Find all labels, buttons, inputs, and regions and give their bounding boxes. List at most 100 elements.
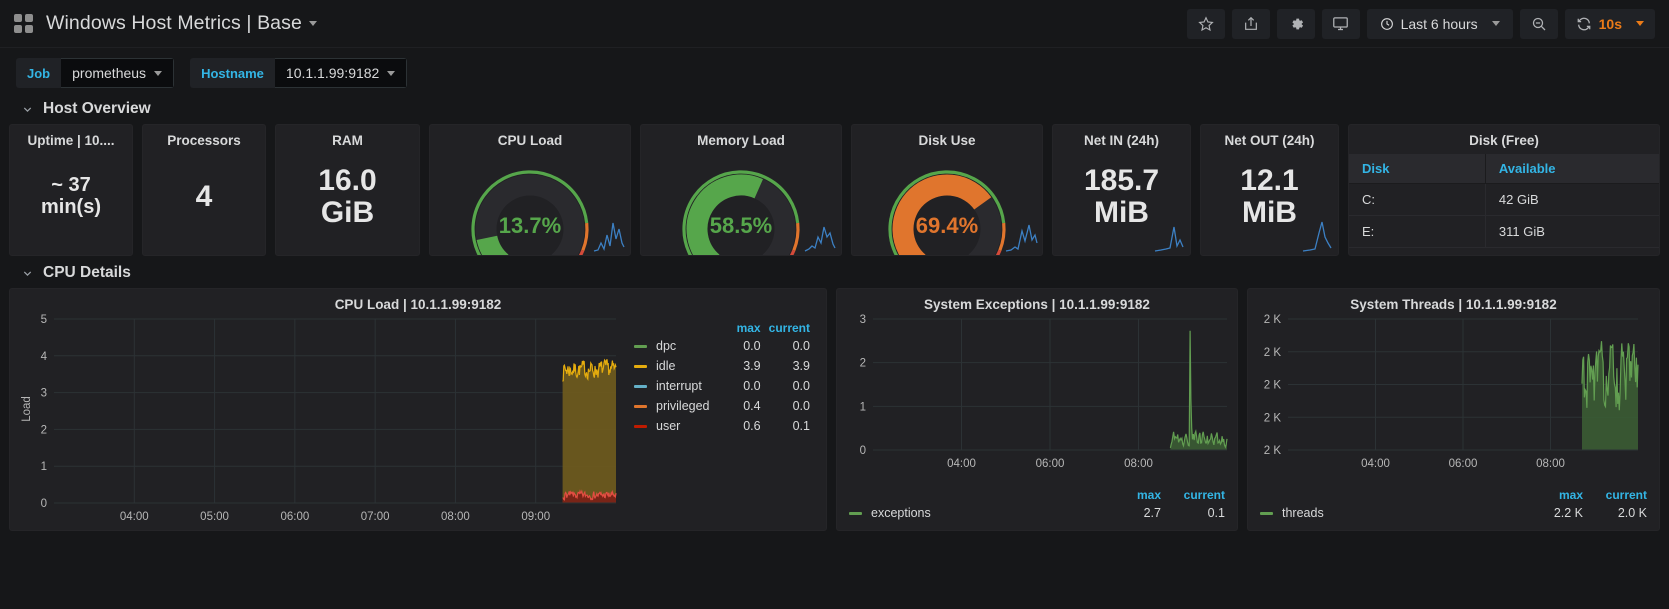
refresh-icon xyxy=(1577,17,1591,30)
column-header-available[interactable]: Available xyxy=(1484,154,1659,185)
legend-series-name[interactable]: threads xyxy=(1260,504,1519,522)
legend-row[interactable]: exceptions 2.7 0.1 xyxy=(849,504,1225,522)
variable-hostname-value[interactable]: 10.1.1.99:9182 xyxy=(274,58,408,88)
legend-column-header-max[interactable]: max xyxy=(1099,488,1161,502)
legend-value-max: 2.7 xyxy=(1143,506,1161,520)
x-tick-label: 05:00 xyxy=(200,511,229,523)
y-tick-label: 5 xyxy=(41,314,47,326)
zoom-out-icon xyxy=(1532,17,1546,30)
x-tick-label: 06:00 xyxy=(1036,458,1065,470)
cpu-load-gauge-value: 13.7% xyxy=(498,213,562,238)
legend-series-name[interactable]: privileged xyxy=(634,397,723,415)
legend-column-header-max[interactable]: max xyxy=(725,321,761,335)
legend-color-swatch xyxy=(634,425,647,429)
row-title: Host Overview xyxy=(43,100,151,117)
legend-value-current: 0.1 xyxy=(792,419,810,433)
y-tick-label: 1 xyxy=(41,461,47,473)
variable-job[interactable]: Job prometheus xyxy=(16,58,175,88)
legend-row[interactable]: user 0.6 0.1 xyxy=(634,417,810,435)
legend-series-name[interactable]: idle xyxy=(634,357,723,375)
legend-row[interactable]: idle 3.9 3.9 xyxy=(634,357,810,375)
legend-column-header-max[interactable]: max xyxy=(1521,488,1583,502)
column-header-disk[interactable]: Disk xyxy=(1349,154,1486,185)
variable-hostname[interactable]: Hostname 10.1.1.99:9182 xyxy=(190,58,408,88)
variable-hostname-selected: 10.1.1.99:9182 xyxy=(285,65,380,81)
panel-net-in[interactable]: Net IN (24h) 185.7 MiB xyxy=(1052,124,1191,256)
cpu-details-panels: CPU Load | 10.1.1.99:9182 Load 0 1 2 3 4 5 04:… xyxy=(0,288,1669,531)
legend-value-current: 0.0 xyxy=(792,379,810,393)
panel-disk-use-gauge[interactable]: Disk Use 69.4% xyxy=(851,124,1043,256)
legend-color-swatch xyxy=(634,405,647,409)
settings-button[interactable] xyxy=(1276,8,1315,39)
panel-system-exceptions[interactable]: System Exceptions | 10.1.1.99:9182 01230… xyxy=(836,288,1238,531)
clock-icon xyxy=(1380,17,1393,30)
panel-disk-free[interactable]: Disk (Free) Disk Available C: 42 GiB E: … xyxy=(1348,124,1660,256)
uptime-value: ~ 37 min(s) xyxy=(41,174,101,218)
legend-series-header xyxy=(849,488,1097,502)
panel-system-threads[interactable]: System Threads | 10.1.1.99:9182 2 K2 K2 … xyxy=(1247,288,1660,531)
chevron-down-icon xyxy=(387,70,396,76)
legend-column-header-current[interactable]: current xyxy=(1585,488,1647,502)
navbar-actions: Last 6 hours 10s xyxy=(1186,8,1655,39)
table-row: E: 311 GiB xyxy=(1349,215,1659,249)
legend-row[interactable]: interrupt 0.0 0.0 xyxy=(634,377,810,395)
chevron-down-icon[interactable] xyxy=(308,21,317,26)
legend-column-header-current[interactable]: current xyxy=(763,321,810,335)
legend-value-max: 3.9 xyxy=(743,359,761,373)
star-button[interactable] xyxy=(1186,8,1225,39)
legend-row[interactable]: privileged 0.4 0.0 xyxy=(634,397,810,415)
y-tick-label: 4 xyxy=(41,351,48,363)
star-icon xyxy=(1197,15,1214,31)
x-tick-label: 08:00 xyxy=(441,511,470,523)
refresh-button[interactable]: 10s xyxy=(1564,8,1655,39)
panel-title: CPU Load xyxy=(497,133,563,148)
legend-row[interactable]: threads 2.2 K 2.0 K xyxy=(1260,504,1647,522)
legend-value-current: 0.1 xyxy=(1207,506,1225,520)
cpu-load-plot: 0 1 2 3 4 5 04:00 05:00 06:00 07:00 08:00 09:00 xyxy=(41,314,617,523)
row-title: CPU Details xyxy=(43,264,131,281)
row-header-host-overview[interactable]: Host Overview xyxy=(0,92,1669,124)
panel-title: Disk (Free) xyxy=(1469,133,1539,148)
cell-available: 311 GiB xyxy=(1485,215,1659,249)
legend-column-header-current[interactable]: current xyxy=(1163,488,1225,502)
legend-series-name[interactable]: user xyxy=(634,417,723,435)
legend-series-name[interactable]: dpc xyxy=(634,337,723,355)
panel-title: CPU Load | 10.1.1.99:9182 xyxy=(334,297,502,312)
panel-processors[interactable]: Processors 4 xyxy=(142,124,266,256)
variable-hostname-label: Hostname xyxy=(190,58,275,88)
tv-mode-button[interactable] xyxy=(1321,8,1360,39)
panel-ram[interactable]: RAM 16.0 GiB xyxy=(275,124,420,256)
share-button[interactable] xyxy=(1231,8,1270,39)
panel-net-out[interactable]: Net OUT (24h) 12.1 MiB xyxy=(1200,124,1339,256)
cell-disk: C: xyxy=(1349,183,1486,217)
x-tick-label: 08:00 xyxy=(1536,458,1565,470)
cell-disk: E: xyxy=(1349,215,1486,249)
processors-value: 4 xyxy=(195,179,213,213)
legend-value-current: 0.0 xyxy=(792,339,810,353)
x-tick-label: 06:00 xyxy=(1449,458,1478,470)
variable-job-value[interactable]: prometheus xyxy=(61,58,175,88)
legend-value-current: 0.0 xyxy=(792,399,810,413)
x-tick-label: 08:00 xyxy=(1124,458,1153,470)
navbar: Windows Host Metrics | Base Last 6 hours xyxy=(0,0,1669,48)
panel-cpu-load-graph[interactable]: CPU Load | 10.1.1.99:9182 Load 0 1 2 3 4 5 04:… xyxy=(9,288,827,531)
panel-uptime[interactable]: Uptime | 10.... ~ 37 min(s) xyxy=(9,124,133,256)
row-header-cpu-details[interactable]: CPU Details xyxy=(0,256,1669,288)
panel-cpu-load-gauge[interactable]: CPU Load 13.7% xyxy=(429,124,631,256)
legend-series-name[interactable]: interrupt xyxy=(634,377,723,395)
chevron-down-icon xyxy=(23,270,32,276)
panel-memory-load-gauge[interactable]: Memory Load 58.5% xyxy=(640,124,842,256)
legend-series-name[interactable]: exceptions xyxy=(849,504,1097,522)
y-tick-label: 0 xyxy=(41,498,47,510)
zoom-out-button[interactable] xyxy=(1519,8,1558,39)
chevron-down-icon xyxy=(154,70,163,76)
y-tick-label: 3 xyxy=(860,314,866,326)
series-area xyxy=(1170,330,1227,450)
host-overview-panels: Uptime | 10.... ~ 37 min(s) Processors 4… xyxy=(0,124,1669,256)
series-area xyxy=(562,359,616,503)
panel-title: Memory Load xyxy=(697,133,785,148)
time-range-picker[interactable]: Last 6 hours xyxy=(1366,8,1513,39)
page-title[interactable]: Windows Host Metrics | Base xyxy=(46,12,302,35)
legend-row[interactable]: dpc 0.0 0.0 xyxy=(634,337,810,355)
system-threads-plot: 2 K 2 K 2 K 2 K 2 K 04:00 06:00 08:00 xyxy=(1264,314,1639,470)
